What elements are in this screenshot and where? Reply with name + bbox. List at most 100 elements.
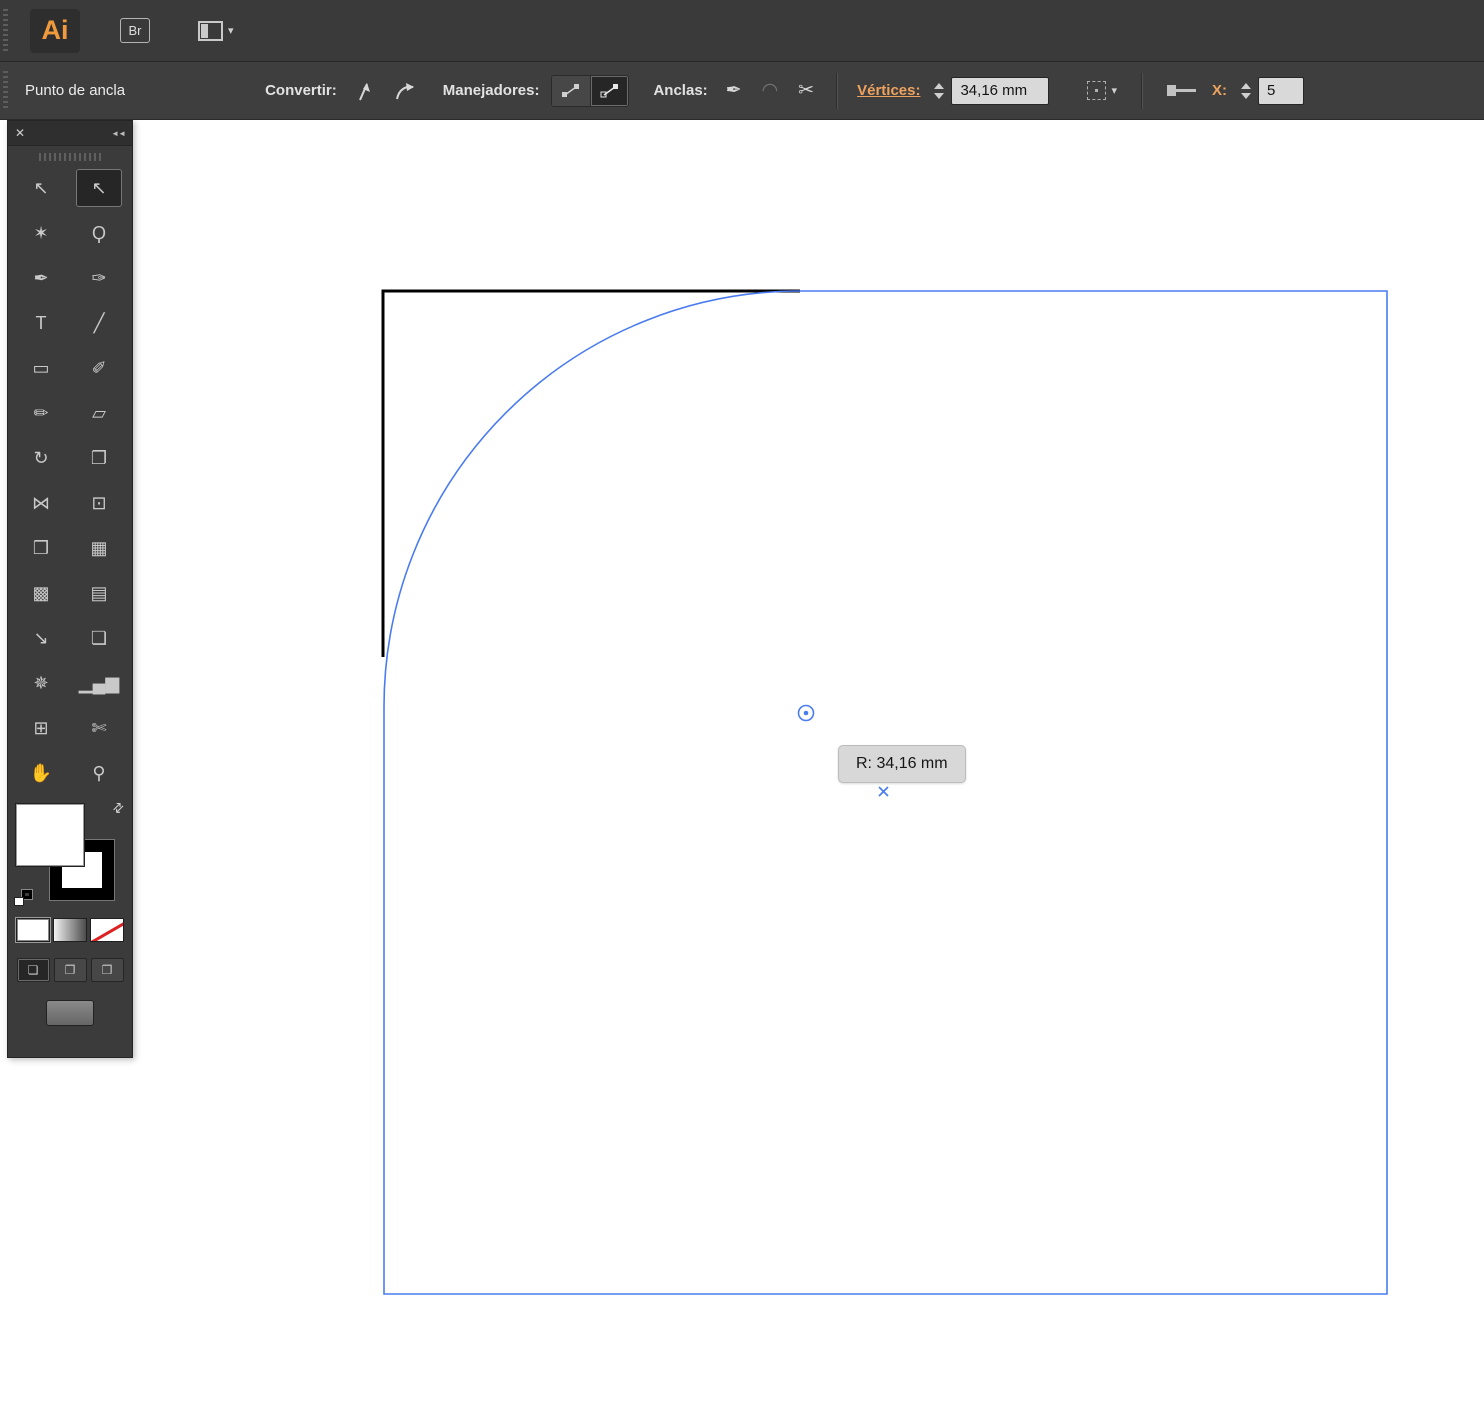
eyedropper-icon: ↘ xyxy=(33,627,49,648)
mesh-icon: ▩ xyxy=(32,582,50,603)
stepper-down-icon xyxy=(934,92,945,99)
pencil-tool[interactable]: ✏ xyxy=(18,394,64,432)
show-handles-icon xyxy=(600,83,618,97)
pen-icon: ✒ xyxy=(33,267,49,288)
default-fill-stroke-icon[interactable] xyxy=(14,890,32,906)
paintbrush-icon: ✐ xyxy=(91,357,107,378)
fill-swatch[interactable] xyxy=(16,804,84,866)
eyedropper-tool[interactable]: ↘ xyxy=(18,619,64,657)
perspective-grid-tool[interactable]: ▦ xyxy=(76,529,122,567)
width-tool[interactable]: ⋈ xyxy=(18,484,64,522)
type-tool[interactable]: T xyxy=(18,304,64,342)
column-graph-tool[interactable]: ▁▄▆ xyxy=(76,664,122,702)
free-transform-icon: ⊡ xyxy=(91,492,107,513)
hand-icon: ✋ xyxy=(29,762,53,783)
zoom-tool[interactable]: ⚲ xyxy=(76,754,122,792)
control-bar-grip[interactable] xyxy=(3,70,8,111)
vertices-stepper[interactable] xyxy=(934,82,945,99)
width-icon: ⋈ xyxy=(32,492,50,513)
color-button[interactable] xyxy=(16,918,50,942)
selection-icon: ↖ xyxy=(33,177,49,198)
snap-x-icon xyxy=(878,786,889,797)
chevron-down-icon: ▾ xyxy=(1111,85,1117,97)
x-input[interactable] xyxy=(1258,76,1304,105)
none-button[interactable] xyxy=(90,918,124,942)
app-bar-grip[interactable] xyxy=(3,9,8,52)
tools-panel-header: ✕ ◄◄ xyxy=(8,121,132,146)
line-segment-tool[interactable]: ╱ xyxy=(76,304,122,342)
transform-panel-icon xyxy=(1167,85,1196,96)
zoom-icon: ⚲ xyxy=(92,762,106,783)
rotate-icon: ↻ xyxy=(33,447,49,468)
manejadores-label: Manejadores: xyxy=(442,82,540,99)
arrange-documents-button[interactable]: ▾ xyxy=(198,20,234,41)
direct-selection-tool[interactable]: ↖ xyxy=(76,169,122,207)
draw-normal-button[interactable]: ❏ xyxy=(16,958,50,982)
symbol-sprayer-icon: ✵ xyxy=(33,672,49,693)
hide-handles-button[interactable] xyxy=(552,75,591,106)
slice-tool[interactable]: ✄ xyxy=(76,709,122,747)
shape-builder-icon: ❒ xyxy=(32,537,50,558)
convert-smooth-icon xyxy=(395,82,414,99)
app-bar: Ai Br ▾ xyxy=(0,0,1484,62)
draw-behind-button[interactable]: ❐ xyxy=(53,958,87,982)
close-icon[interactable]: ✕ xyxy=(15,126,25,140)
vertices-label[interactable]: Vértices: xyxy=(857,82,920,99)
artboard-canvas[interactable] xyxy=(0,0,1484,1404)
artboard-tool[interactable]: ⊞ xyxy=(18,709,64,747)
x-stepper[interactable] xyxy=(1241,82,1251,99)
blend-tool[interactable]: ❏ xyxy=(76,619,122,657)
curvature-tool[interactable]: ✑ xyxy=(76,259,122,297)
original-corner-path xyxy=(381,289,800,657)
perspective-grid-icon: ▦ xyxy=(90,537,108,558)
draw-inside-button[interactable]: ❒ xyxy=(90,958,124,982)
eraser-tool[interactable]: ▱ xyxy=(76,394,122,432)
stepper-down-icon xyxy=(1241,92,1251,99)
scale-icon: ❐ xyxy=(90,447,108,468)
direct-selection-icon: ↖ xyxy=(91,177,107,198)
lasso-tool[interactable]: Ϙ xyxy=(76,214,122,252)
magic-wand-tool[interactable]: ✶ xyxy=(18,214,64,252)
type-icon: T xyxy=(35,312,47,333)
stepper-up-icon xyxy=(934,82,945,89)
control-bar-title: Punto de ancla xyxy=(25,82,126,99)
tools-panel: ✕ ◄◄ ↖ ↖ ✶ Ϙ ✒ ✑ T ╱ ▭ ✐ ✏ ▱ ↻ ❐ ⋈ ⊡ ❒ ▦ ▩ ▤ ↘ ❏ ✵ ▁▄▆ ⊞ ✄ ✋ ⚲ ⇄ ❏ … xyxy=(7,120,133,1058)
hand-tool[interactable]: ✋ xyxy=(18,754,64,792)
pen-tool[interactable]: ✒ xyxy=(18,259,64,297)
cut-path-button[interactable]: ✂ xyxy=(798,79,814,102)
add-anchor-button[interactable]: ✒ xyxy=(726,79,742,102)
gradient-button[interactable] xyxy=(53,918,87,942)
bridge-button[interactable]: Br xyxy=(120,18,150,43)
gradient-tool[interactable]: ▤ xyxy=(76,574,122,612)
convert-corner-icon xyxy=(358,82,370,100)
scale-tool[interactable]: ❐ xyxy=(76,439,122,477)
divider xyxy=(1141,72,1142,109)
free-transform-tool[interactable]: ⊡ xyxy=(76,484,122,522)
rectangle-tool[interactable]: ▭ xyxy=(18,349,64,387)
connect-path-button[interactable]: ◠ xyxy=(762,79,779,102)
convert-to-corner-button[interactable] xyxy=(355,80,377,102)
convert-to-smooth-button[interactable] xyxy=(393,80,417,102)
rotate-tool[interactable]: ↻ xyxy=(18,439,64,477)
tool-grid: ↖ ↖ ✶ Ϙ ✒ ✑ T ╱ ▭ ✐ ✏ ▱ ↻ ❐ ⋈ ⊡ ❒ ▦ ▩ ▤ ↘ ❏ ✵ ▁▄▆ ⊞ ✄ ✋ ⚲ xyxy=(8,169,132,792)
color-mode-buttons xyxy=(8,918,132,942)
control-bar: Punto de ancla Convertir: Manejadores: A… xyxy=(0,62,1484,120)
paintbrush-tool[interactable]: ✐ xyxy=(76,349,122,387)
symbol-sprayer-tool[interactable]: ✵ xyxy=(18,664,64,702)
screen-mode-button[interactable] xyxy=(46,1000,94,1026)
corner-widget-dot xyxy=(803,710,809,716)
show-handles-button[interactable] xyxy=(590,75,629,106)
panel-drag-grip[interactable] xyxy=(39,153,101,161)
cut-path-icon: ✂ xyxy=(798,80,815,101)
selection-tool[interactable]: ↖ xyxy=(18,169,64,207)
illustrator-logo-text: Ai xyxy=(41,15,69,45)
collapse-panel-icon[interactable]: ◄◄ xyxy=(111,129,126,138)
swap-fill-stroke-icon[interactable]: ⇄ xyxy=(109,798,128,817)
drawing-mode-buttons: ❏ ❐ ❒ xyxy=(8,958,132,982)
mesh-tool[interactable]: ▩ xyxy=(18,574,64,612)
draw-behind-icon: ❐ xyxy=(64,963,76,977)
shape-builder-tool[interactable]: ❒ xyxy=(18,529,64,567)
reference-point-button[interactable]: ▾ xyxy=(1087,81,1117,100)
curvature-icon: ✑ xyxy=(91,267,107,288)
vertices-input[interactable] xyxy=(951,76,1050,105)
